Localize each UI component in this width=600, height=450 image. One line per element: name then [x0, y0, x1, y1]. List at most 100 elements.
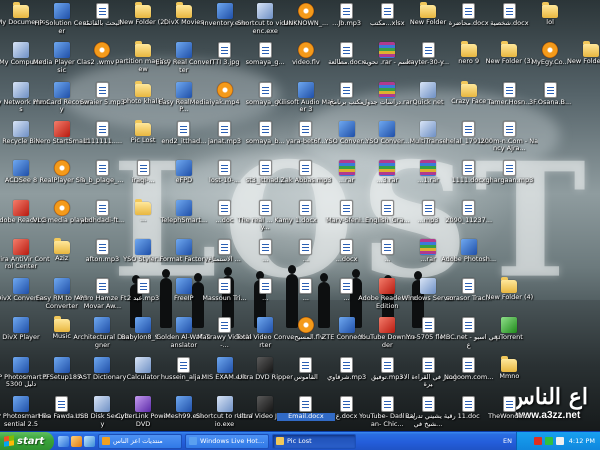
media-icon	[542, 42, 559, 59]
doc-icon	[177, 356, 191, 373]
task-button-forum[interactable]: منتديات اعز الناس	[98, 433, 182, 449]
media-icon	[297, 42, 314, 59]
doc-icon	[136, 160, 150, 177]
app-icon	[135, 317, 152, 334]
desktop-icon[interactable]: 2090_11237...	[440, 199, 498, 242]
folder-icon	[53, 316, 70, 333]
doc-icon	[258, 199, 272, 216]
doc-icon	[421, 396, 435, 412]
doc-icon	[95, 238, 109, 255]
desktop-icon[interactable]: μTorrent	[480, 317, 538, 359]
task-button-hotmail[interactable]: Windows Live Hotmail...	[185, 433, 269, 449]
internet-explorer-icon[interactable]	[84, 435, 95, 447]
sys-icon	[13, 81, 29, 98]
sys-icon	[216, 396, 233, 412]
desktop-icons: My Documents HP Solution Center البحث بالق…	[0, 0, 600, 431]
media-icon	[216, 81, 233, 98]
language-indicator[interactable]: EN	[499, 437, 516, 445]
app-icon	[379, 120, 396, 137]
task-label: Windows Live Hotmail...	[200, 437, 265, 445]
dark-icon	[257, 356, 274, 373]
doc-icon	[462, 278, 476, 295]
volume-tray-icon[interactable]	[555, 437, 564, 445]
media-icon	[53, 160, 70, 177]
desktop-icon[interactable]: 200m-n.Com - Nancy Ajra...	[480, 120, 538, 163]
folder-icon	[501, 355, 518, 372]
folder-icon	[542, 2, 559, 18]
folder-icon	[501, 41, 518, 58]
desktop-icon[interactable]: Adobe Photosh...	[440, 238, 498, 281]
folder-icon	[420, 2, 436, 18]
sys-icon	[13, 120, 29, 137]
media-icon	[53, 199, 70, 216]
windows-logo-icon	[4, 435, 14, 447]
start-button[interactable]: start	[0, 431, 54, 450]
archive-icon	[420, 238, 436, 255]
folder-icon	[135, 198, 152, 215]
doc-icon	[340, 81, 354, 98]
app-icon	[216, 3, 233, 19]
desktop-icon[interactable]: Mmno	[480, 355, 538, 399]
desktop-icon[interactable]: New Folder (5)	[562, 41, 600, 84]
media-icon	[297, 3, 314, 19]
desktop-icon-label: μTorrent	[496, 334, 523, 342]
doc-icon	[502, 81, 516, 98]
doc-icon	[502, 3, 516, 19]
doc-icon	[421, 356, 435, 373]
app-icon	[297, 81, 314, 98]
desktop-icon-label: TheWonder...	[488, 413, 531, 420]
show-desktop-icon[interactable]	[58, 435, 69, 447]
doc-icon	[543, 81, 557, 98]
folder-icon	[582, 41, 599, 58]
network-tray-icon[interactable]	[544, 437, 553, 445]
doc-icon	[340, 278, 354, 295]
doc-icon	[462, 396, 476, 412]
doc-icon	[218, 42, 231, 59]
archive-icon	[379, 42, 396, 59]
doc-icon	[340, 356, 354, 373]
sys-icon	[420, 120, 436, 137]
doc-icon	[95, 120, 109, 137]
app-icon	[13, 356, 29, 373]
desktop-icon-label: ghargaan.mp3	[485, 177, 534, 185]
doc-icon	[258, 81, 272, 98]
app-icon	[94, 317, 111, 334]
archive-icon	[338, 160, 355, 177]
folder-icon	[460, 41, 477, 58]
folder-icon	[276, 437, 284, 445]
taskbar: start منتديات اعز الناس Windows Live Hot…	[0, 431, 600, 450]
doc-icon	[258, 160, 272, 177]
doc-icon	[95, 81, 109, 98]
antivirus-tray-icon[interactable]	[533, 437, 542, 445]
doc-icon	[299, 160, 313, 177]
folder-icon	[135, 119, 152, 136]
app-icon	[175, 278, 192, 295]
desktop-icon[interactable]: New Folder (4)	[480, 277, 538, 320]
desktop-icon[interactable]: 3F.Osana.B...	[521, 81, 579, 124]
media-icon	[94, 42, 111, 59]
desktop-icon[interactable]: ghargaan.mp3	[480, 160, 538, 202]
app-icon	[13, 160, 29, 177]
system-tray: 4:12 PM	[516, 431, 600, 450]
desktop-icon[interactable]: lol	[521, 2, 579, 45]
browser-icon[interactable]	[71, 435, 82, 447]
sys-icon	[420, 81, 436, 98]
doc-icon	[218, 199, 231, 216]
app-icon	[460, 238, 477, 255]
task-button-pic-lost[interactable]: Pic Lost	[272, 433, 356, 449]
folder-icon	[135, 80, 152, 97]
doc-icon	[340, 396, 354, 412]
doc-icon	[380, 396, 394, 412]
archive-icon	[379, 160, 396, 177]
doc-icon	[340, 238, 354, 255]
task-label: منتديات اعز الناس	[113, 437, 163, 445]
clock[interactable]: 4:12 PM	[569, 437, 595, 445]
app-icon	[135, 238, 152, 255]
desktop-icon-label: Mmno	[499, 372, 520, 380]
app-icon	[53, 356, 70, 373]
doc-icon	[380, 3, 394, 19]
app-icon	[53, 3, 70, 19]
sys-icon	[94, 396, 111, 412]
start-label: start	[17, 435, 45, 447]
doc-icon	[95, 199, 109, 216]
